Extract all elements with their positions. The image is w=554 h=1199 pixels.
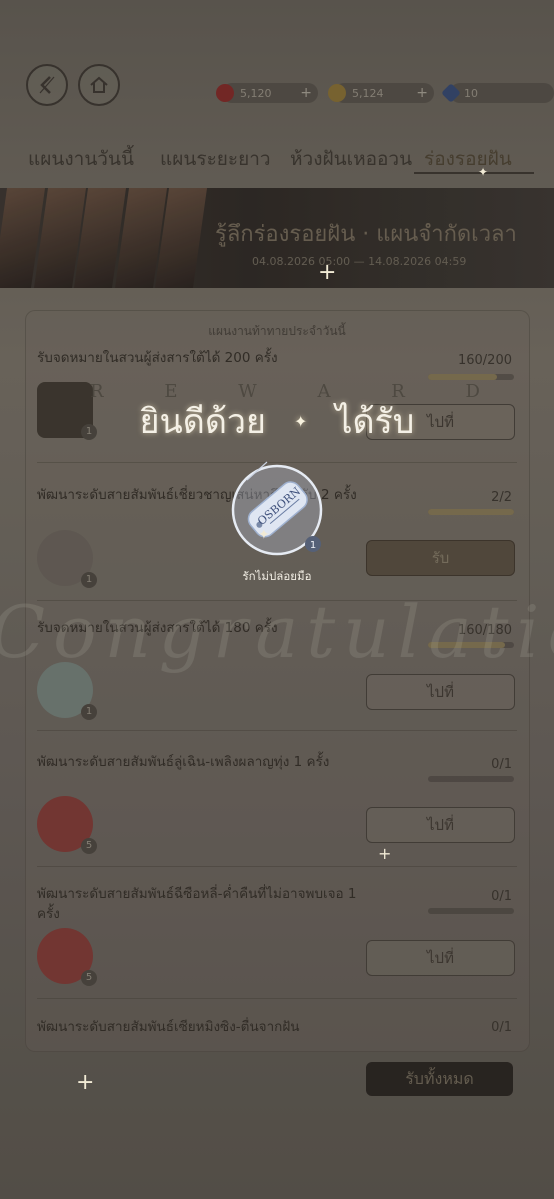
sparkle-icon: ✦ xyxy=(478,165,489,179)
reward-item[interactable]: OSBORN 1 xyxy=(227,460,327,560)
sparkle-icon: + xyxy=(378,844,392,863)
congrats-heading: ยินดีด้วย ✦ ได้รับ xyxy=(0,394,554,448)
reward-item-qty: 1 xyxy=(310,540,316,551)
received-text: ได้รับ xyxy=(335,402,415,442)
tag-icon: OSBORN 1 xyxy=(231,461,323,556)
congrats-text: ยินดีด้วย xyxy=(139,402,266,442)
sparkle-icon: + xyxy=(318,260,337,285)
sparkle-icon: ✦ xyxy=(258,527,270,543)
reward-item-name: รักไม่ปล่อยมือ xyxy=(242,569,312,583)
congratulations-watermark: Congratulations xyxy=(0,590,554,674)
reward-overlay[interactable]: Congratulations R E W A R D ยินดีด้วย ✦ … xyxy=(0,0,554,1199)
sparkle-icon: + xyxy=(76,1070,95,1095)
star-icon: ✦ xyxy=(293,411,308,431)
